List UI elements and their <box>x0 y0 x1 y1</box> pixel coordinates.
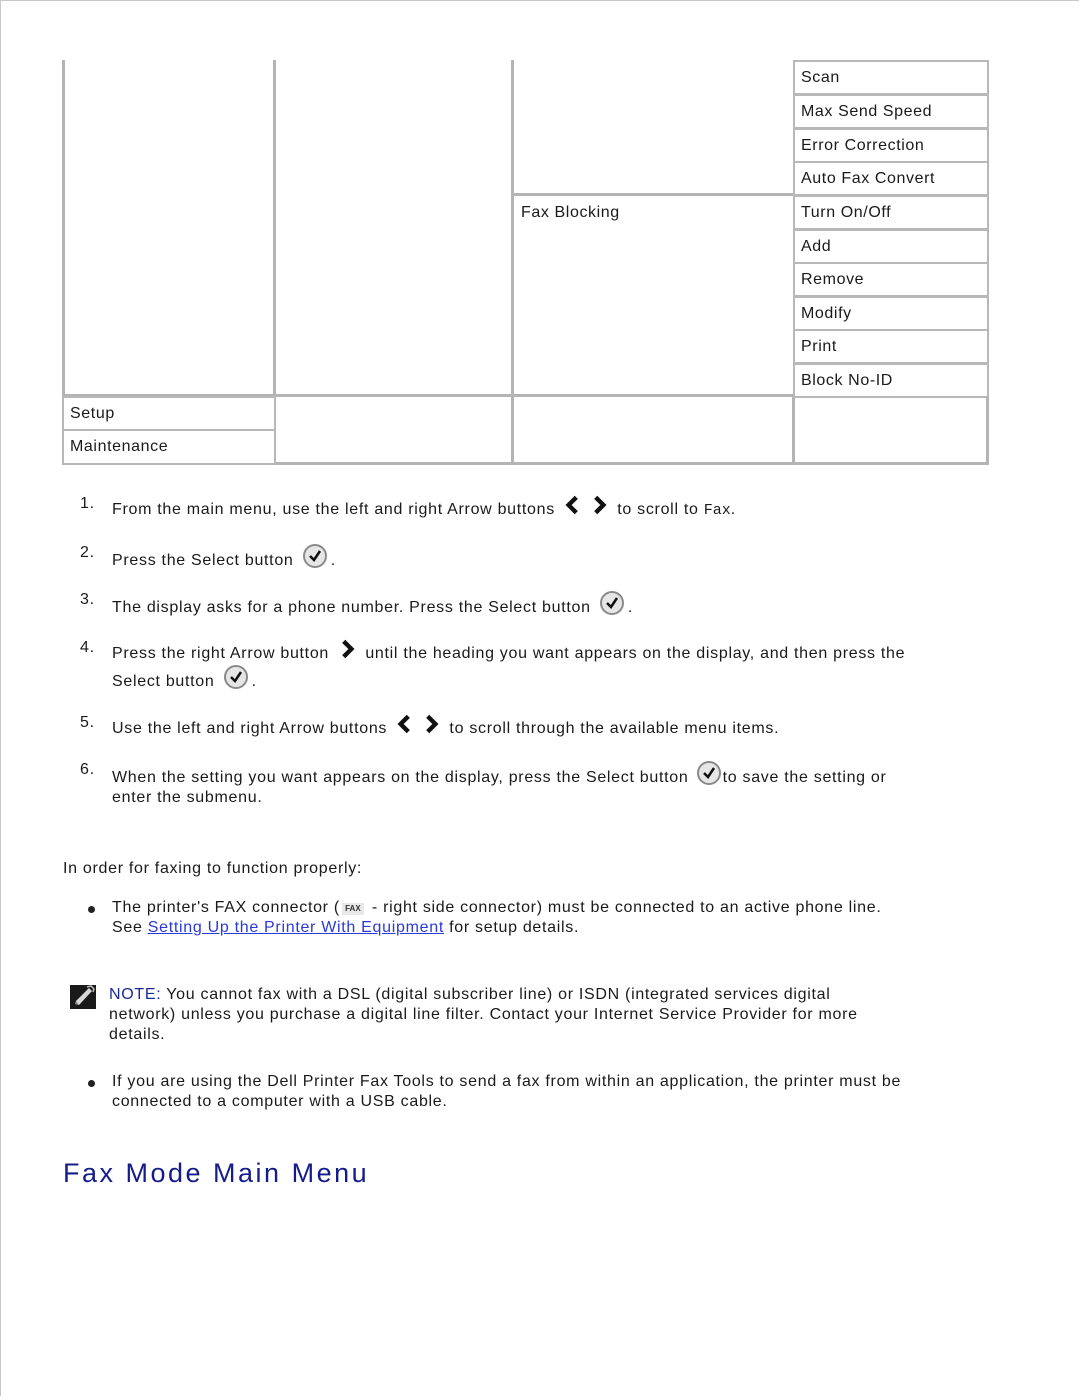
step-number: 1. <box>80 495 95 512</box>
menu-item-print: Print <box>793 329 989 364</box>
left-arrow-icon <box>565 495 578 515</box>
fax-connector-icon: FAX <box>341 903 364 915</box>
select-button-icon <box>696 761 721 785</box>
cell-text: Fax Blocking <box>521 203 620 221</box>
cell-text: Remove <box>801 270 865 288</box>
select-button-icon <box>599 591 624 615</box>
menu-item-turn-on-off: Turn On/Off <box>793 195 989 230</box>
cell-text: Print <box>801 337 837 355</box>
menu-item-add: Add <box>793 229 989 264</box>
step-number: 6. <box>80 761 95 778</box>
step-text: From the main menu, use the left and rig… <box>112 494 992 521</box>
requirements-intro: In order for faxing to function properly… <box>63 860 363 877</box>
table-col-line <box>511 60 514 465</box>
step-text-part: Use the left and right Arrow buttons <box>112 720 388 737</box>
bullet-dot <box>88 1080 95 1087</box>
cell-text: Maintenance <box>70 438 169 455</box>
text-part: - right side connector) must be connecte… <box>371 899 882 916</box>
left-arrow-icon <box>397 714 411 734</box>
step-text: When the setting you want appears on the… <box>112 760 992 808</box>
cell-text: Auto Fax Convert <box>801 169 936 187</box>
section-heading: Fax Mode Main Menu <box>63 1158 370 1188</box>
step-text-part: enter the submenu. <box>112 789 263 806</box>
cell-text: Add <box>801 237 832 255</box>
step-text-part: The display asks for a phone number. Pre… <box>112 599 591 616</box>
menu-item-remove: Remove <box>793 262 989 297</box>
cell-text: Scan <box>801 68 840 86</box>
text-part: The printer's FAX connector ( <box>112 899 340 916</box>
step-text-part: . <box>627 599 634 616</box>
step-text: Use the left and right Arrow buttons to … <box>112 713 992 739</box>
table-col-line <box>986 394 989 465</box>
note-text: NOTE: You cannot fax with a DSL (digital… <box>109 985 969 1045</box>
menu-item-max-send-speed: Max Send Speed <box>793 94 989 129</box>
note-pencil-icon <box>70 985 96 1009</box>
step-text: The display asks for a phone number. Pre… <box>112 590 992 618</box>
cell-text: Block No-ID <box>801 371 893 389</box>
requirement-text: If you are using the Dell Printer Fax To… <box>112 1072 992 1112</box>
step-text-part: . <box>730 501 736 518</box>
text-part: If you are using the Dell Printer Fax To… <box>112 1073 902 1090</box>
right-arrow-icon <box>426 714 439 734</box>
step-text-part: Press the Select button <box>112 552 294 569</box>
menu-item-scan: Scan <box>793 60 989 95</box>
step-text-part: to scroll through the available menu ite… <box>444 720 780 737</box>
right-arrow-icon <box>342 639 355 659</box>
menu-item-modify: Modify <box>793 296 989 331</box>
menu-table: Scan Max Send Speed Error Correction Aut… <box>62 60 989 465</box>
step-text-part: When the setting you want appears on the… <box>112 769 689 786</box>
menu-item-auto-fax-convert: Auto Fax Convert <box>793 161 989 196</box>
menu-item-setup: Setup <box>62 396 276 431</box>
step-text-part: From the main menu, use the left and rig… <box>112 501 555 518</box>
bullet-dot <box>88 906 95 913</box>
display-text-fax: Fax <box>703 502 731 519</box>
menu-item-maintenance: Maintenance <box>62 429 276 465</box>
setup-equipment-link[interactable]: Setting Up the Printer With Equipment <box>148 919 444 936</box>
step-text: Press the Select button . <box>112 543 992 571</box>
step-number: 5. <box>80 714 95 731</box>
step-text-part: Press the right Arrow button <box>112 645 330 662</box>
requirement-text: The printer's FAX connector (FAX - right … <box>112 898 992 938</box>
step-number: 3. <box>80 591 95 608</box>
menu-item-block-no-id: Block No-ID <box>793 363 989 398</box>
cell-text: Error Correction <box>801 136 925 154</box>
text-part: network) unless you purchase a digital l… <box>109 1006 858 1023</box>
step-text-part: . <box>251 673 257 690</box>
cell-text: Setup <box>70 404 115 422</box>
step-number: 4. <box>80 639 95 656</box>
step-text: Press the right Arrow button until the h… <box>112 638 992 692</box>
step-text-part: Select button <box>112 673 215 690</box>
step-text-part: . <box>330 552 336 569</box>
cell-text: Modify <box>801 304 852 322</box>
text-part: connected to a computer with a USB cable… <box>112 1093 448 1110</box>
menu-heading-fax-blocking: Fax Blocking <box>514 196 792 229</box>
step-text-part: to scroll to <box>612 501 704 518</box>
text-part: details. <box>109 1026 166 1043</box>
cell-text: Turn On/Off <box>801 203 892 221</box>
note-label: NOTE: <box>109 986 162 1003</box>
table-col-line <box>792 394 795 465</box>
step-number: 2. <box>80 544 95 561</box>
step-text-part: to save the setting or <box>722 769 887 786</box>
text-part: See <box>112 919 148 936</box>
cell-text: Max Send Speed <box>801 102 933 120</box>
text-part: for setup details. <box>443 919 580 936</box>
menu-item-error-correction: Error Correction <box>793 128 989 163</box>
select-button-icon <box>223 665 248 689</box>
text-part: You cannot fax with a DSL (digital subsc… <box>161 986 831 1003</box>
right-arrow-icon <box>594 495 607 515</box>
step-text-part: until the heading you want appears on th… <box>360 645 906 662</box>
select-button-icon <box>302 544 327 568</box>
